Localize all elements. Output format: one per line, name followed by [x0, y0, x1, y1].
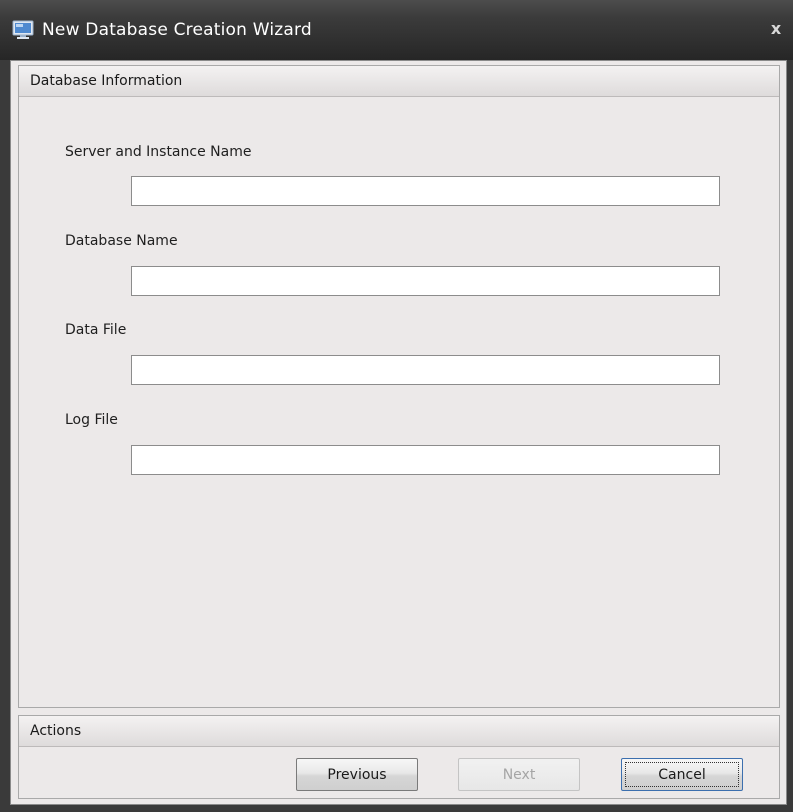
database-name-input[interactable]: [131, 266, 720, 296]
actions-group: Actions Previous Next Cancel: [18, 715, 780, 799]
monitor-app-icon: [12, 20, 34, 39]
close-icon[interactable]: x: [765, 18, 787, 40]
focus-ring: [625, 762, 739, 787]
next-button[interactable]: Next: [458, 758, 580, 791]
actions-header: Actions: [19, 716, 779, 747]
dialog-body: Database Information Server and Instance…: [10, 60, 787, 805]
actions-title: Actions: [30, 723, 82, 739]
title-bar[interactable]: New Database Creation Wizard x: [0, 0, 793, 60]
log-file-label: Log File: [65, 412, 118, 428]
wizard-window: New Database Creation Wizard x Database …: [0, 0, 793, 812]
data-file-label: Data File: [65, 322, 127, 338]
cancel-button[interactable]: Cancel: [621, 758, 743, 791]
log-file-input[interactable]: [131, 445, 720, 475]
database-information-group: Database Information Server and Instance…: [18, 65, 780, 708]
previous-button[interactable]: Previous: [296, 758, 418, 791]
database-information-title: Database Information: [30, 73, 183, 89]
server-instance-label: Server and Instance Name: [65, 144, 252, 160]
database-name-label: Database Name: [65, 233, 178, 249]
server-instance-input[interactable]: [131, 176, 720, 206]
data-file-input[interactable]: [131, 355, 720, 385]
window-title: New Database Creation Wizard: [42, 20, 312, 40]
database-information-header: Database Information: [19, 66, 779, 97]
